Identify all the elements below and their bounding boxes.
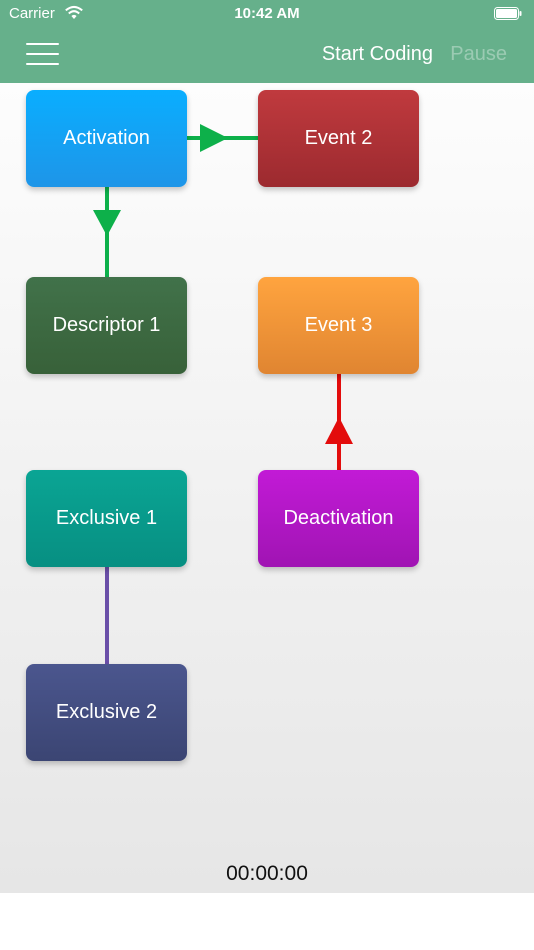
deactivation-box[interactable]: Deactivation xyxy=(258,470,419,567)
hamburger-menu-icon[interactable] xyxy=(26,43,59,65)
event3-label: Event 3 xyxy=(304,314,373,336)
navigation-bar: Carrier 10:42 AM Start Coding Pause xyxy=(0,0,534,83)
descriptor1-box[interactable]: Descriptor 1 xyxy=(26,277,187,374)
pause-button[interactable]: Pause xyxy=(450,43,507,66)
exclusive1-label: Exclusive 1 xyxy=(55,507,158,529)
menu-line xyxy=(26,53,59,55)
exclusive2-label: Exclusive 2 xyxy=(55,701,158,723)
menu-line xyxy=(26,43,59,45)
elapsed-timer: 00:00:00 xyxy=(226,862,308,885)
event2-box[interactable]: Event 2 xyxy=(258,90,419,187)
event3-box[interactable]: Event 3 xyxy=(258,277,419,374)
exclusive2-box[interactable]: Exclusive 2 xyxy=(26,664,187,761)
exclusive1-box[interactable]: Exclusive 1 xyxy=(26,470,187,567)
menu-line xyxy=(26,63,59,65)
status-time: 10:42 AM xyxy=(234,5,300,22)
start-coding-button[interactable]: Start Coding xyxy=(322,43,433,66)
event2-label: Event 2 xyxy=(304,127,373,149)
descriptor1-label: Descriptor 1 xyxy=(52,314,161,336)
deactivation-label: Deactivation xyxy=(283,507,394,529)
activation-box[interactable]: Activation xyxy=(26,90,187,187)
status-bar: Carrier 10:42 AM xyxy=(0,0,534,28)
activation-label: Activation xyxy=(63,127,150,149)
battery-icon xyxy=(494,7,522,20)
